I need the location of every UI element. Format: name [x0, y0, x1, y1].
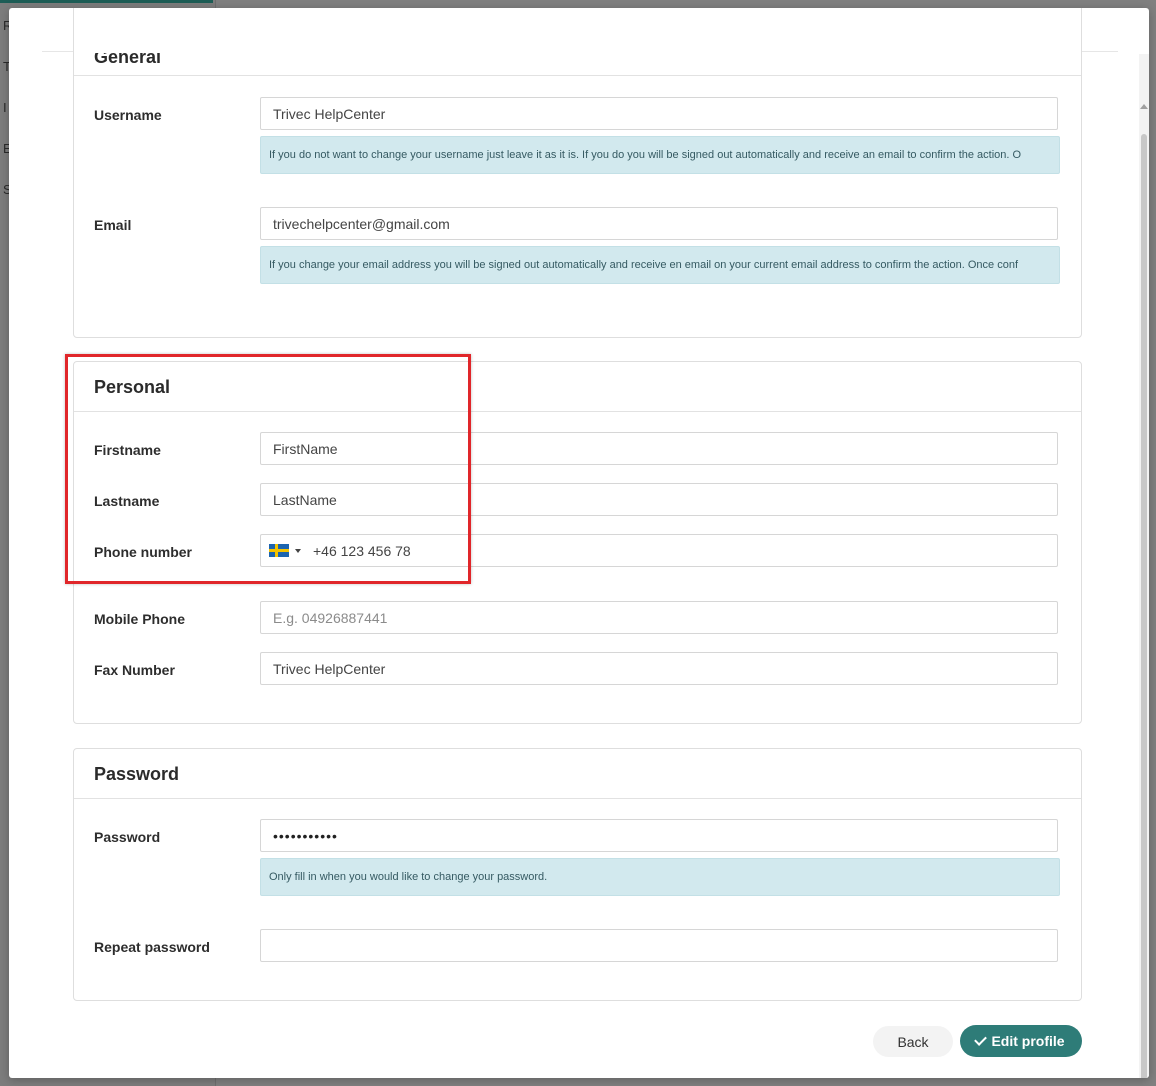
general-card-title: General: [94, 47, 162, 67]
fax-number-input[interactable]: Trivec HelpCenter: [260, 652, 1058, 685]
back-button[interactable]: Back: [873, 1026, 953, 1057]
lastname-label: Lastname: [94, 493, 160, 509]
phone-number-input[interactable]: +46 123 456 78: [260, 534, 1058, 567]
sweden-flag-icon[interactable]: [269, 544, 289, 557]
fax-number-label: Fax Number: [94, 662, 175, 678]
phone-number-label: Phone number: [94, 544, 193, 560]
personal-card-divider: [74, 411, 1081, 412]
edit-profile-modal: General Username Trivec HelpCenter If yo…: [9, 8, 1149, 1078]
personal-card-title: Personal: [94, 377, 171, 397]
lastname-input[interactable]: LastName: [260, 483, 1058, 516]
password-card-divider: [74, 798, 1081, 799]
repeat-password-label: Repeat password: [94, 939, 210, 955]
mobile-phone-input[interactable]: E.g. 04926887441: [260, 601, 1058, 634]
check-icon: [974, 1033, 988, 1046]
country-dropdown-caret-icon[interactable]: [295, 548, 301, 553]
email-label: Email: [94, 217, 132, 233]
password-help-text: Only fill in when you would like to chan…: [260, 858, 1060, 896]
edit-profile-button-label: Edit profile: [991, 1033, 1065, 1049]
edit-profile-button[interactable]: Edit profile: [960, 1025, 1082, 1057]
modal-content: General Username Trivec HelpCenter If yo…: [9, 8, 1139, 1078]
password-input[interactable]: •••••••••••: [260, 819, 1058, 852]
email-input[interactable]: trivechelpcenter@gmail.com: [260, 207, 1058, 240]
general-card-divider: [74, 75, 1081, 76]
email-help-text: If you change your email address you wil…: [260, 246, 1060, 284]
scrollbar-thumb[interactable]: [1141, 134, 1147, 1078]
modal-scrollbar[interactable]: [1139, 54, 1149, 1078]
background-active-indicator: [0, 0, 213, 3]
background-sidebar-item: I: [3, 100, 7, 115]
repeat-password-input[interactable]: [260, 929, 1058, 962]
username-input[interactable]: Trivec HelpCenter: [260, 97, 1058, 130]
firstname-label: Firstname: [94, 442, 161, 458]
password-card: Password Password ••••••••••• Only fill …: [73, 748, 1082, 1001]
firstname-input[interactable]: FirstName: [260, 432, 1058, 465]
password-card-title: Password: [94, 764, 180, 784]
phone-number-value: +46 123 456 78: [313, 542, 411, 559]
personal-card: Personal Firstname FirstName Lastname La…: [73, 361, 1082, 724]
password-label: Password: [94, 829, 161, 845]
username-label: Username: [94, 107, 162, 123]
mobile-phone-label: Mobile Phone: [94, 611, 185, 627]
scroll-up-arrow-icon[interactable]: [1140, 104, 1148, 109]
general-card: General Username Trivec HelpCenter If yo…: [73, 8, 1082, 338]
username-help-text: If you do not want to change your userna…: [260, 136, 1060, 174]
